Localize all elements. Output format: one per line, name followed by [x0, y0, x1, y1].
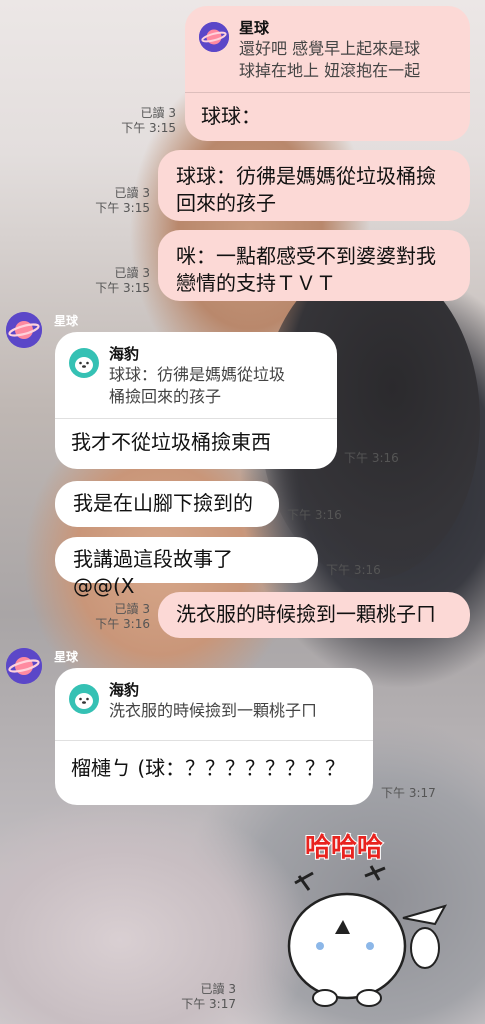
- sticker-caption: 哈哈哈: [305, 833, 383, 863]
- timestamp: 下午 3:16: [326, 563, 381, 577]
- message-text: 球球：: [201, 104, 261, 128]
- timestamp: 下午 3:15: [95, 281, 150, 295]
- message-meta: 已讀 3 下午 3:16: [74, 602, 150, 632]
- message-text: 我是在山腳下撿到的: [73, 491, 253, 515]
- timestamp: 下午 3:16: [344, 451, 399, 465]
- quoted-sender-name: 星球: [239, 19, 270, 37]
- read-receipt: 已讀 3: [114, 186, 150, 200]
- quoted-message[interactable]: 海豹 球球：彷彿是媽媽從垃圾 桶撿回來的孩子: [55, 332, 337, 418]
- quoted-message[interactable]: 星球 還好吧 感覺早上起來是球 球掉在地上 妞滾抱在一起: [185, 6, 470, 92]
- message-bubble-incoming-reply[interactable]: 海豹 洗衣服的時候撿到一顆桃子ㄇ 榴槤ㄅ (球：？？？？？？？？: [55, 668, 373, 805]
- quoted-text: 球球：彷彿是媽媽從垃圾 桶撿回來的孩子: [109, 365, 286, 406]
- avatar-planet-icon[interactable]: [6, 648, 42, 684]
- message-text: 咪：一點都感受不到婆婆對我 戀情的支持ＴＶＴ: [176, 244, 436, 295]
- message-meta: 已讀 3 下午 3:17: [160, 982, 236, 1012]
- message-text: 榴槤ㄅ (球：？？？？？？？？: [71, 756, 346, 780]
- read-receipt: 已讀 3: [114, 266, 150, 280]
- quoted-text: 洗衣服的時候撿到一顆桃子ㄇ: [109, 701, 318, 720]
- message-meta: 已讀 3 下午 3:15: [74, 266, 150, 296]
- sender-name: 星球: [54, 650, 79, 664]
- timestamp: 下午 3:15: [121, 121, 176, 135]
- sticker-message[interactable]: 哈哈哈: [285, 828, 460, 1013]
- message-bubble-incoming-reply[interactable]: 海豹 球球：彷彿是媽媽從垃圾 桶撿回來的孩子 我才不從垃圾桶撿東西: [55, 332, 337, 469]
- quoted-sender-name: 海豹: [109, 681, 140, 699]
- seal-icon: [69, 348, 99, 378]
- message-text: 球球：彷彿是媽媽從垃圾桶撿 回來的孩子: [176, 164, 436, 215]
- quoted-message[interactable]: 海豹 洗衣服的時候撿到一顆桃子ㄇ: [55, 668, 373, 740]
- message-text: 我才不從垃圾桶撿東西: [71, 430, 271, 454]
- read-receipt: 已讀 3: [200, 982, 236, 996]
- timestamp: 下午 3:15: [95, 201, 150, 215]
- message-meta: 已讀 3 下午 3:15: [100, 106, 176, 136]
- message-bubble-incoming[interactable]: 我是在山腳下撿到的: [55, 481, 279, 527]
- seal-icon: [69, 684, 99, 714]
- message-bubble-outgoing[interactable]: 咪：一點都感受不到婆婆對我 戀情的支持ＴＶＴ: [158, 230, 470, 301]
- message-bubble-outgoing-reply[interactable]: 星球 還好吧 感覺早上起來是球 球掉在地上 妞滾抱在一起 球球：: [185, 6, 470, 141]
- quoted-text: 還好吧 感覺早上起來是球 球掉在地上 妞滾抱在一起: [239, 39, 421, 80]
- message-bubble-incoming[interactable]: 我講過這段故事了 @@(X: [55, 537, 318, 598]
- read-receipt: 已讀 3: [114, 602, 150, 616]
- timestamp: 下午 3:16: [95, 617, 150, 631]
- timestamp: 下午 3:17: [181, 997, 236, 1011]
- message-text: 洗衣服的時候撿到一顆桃子ㄇ: [176, 602, 436, 626]
- message-bubble-outgoing[interactable]: 洗衣服的時候撿到一顆桃子ㄇ: [158, 592, 470, 638]
- timestamp: 下午 3:17: [381, 786, 436, 800]
- avatar-planet-icon[interactable]: [6, 312, 42, 348]
- quoted-sender-name: 海豹: [109, 345, 140, 363]
- timestamp: 下午 3:16: [287, 508, 342, 522]
- message-meta: 已讀 3 下午 3:15: [74, 186, 150, 216]
- planet-icon: [199, 22, 229, 52]
- message-bubble-outgoing[interactable]: 球球：彷彿是媽媽從垃圾桶撿 回來的孩子: [158, 150, 470, 221]
- sender-name: 星球: [54, 314, 79, 328]
- read-receipt: 已讀 3: [140, 106, 176, 120]
